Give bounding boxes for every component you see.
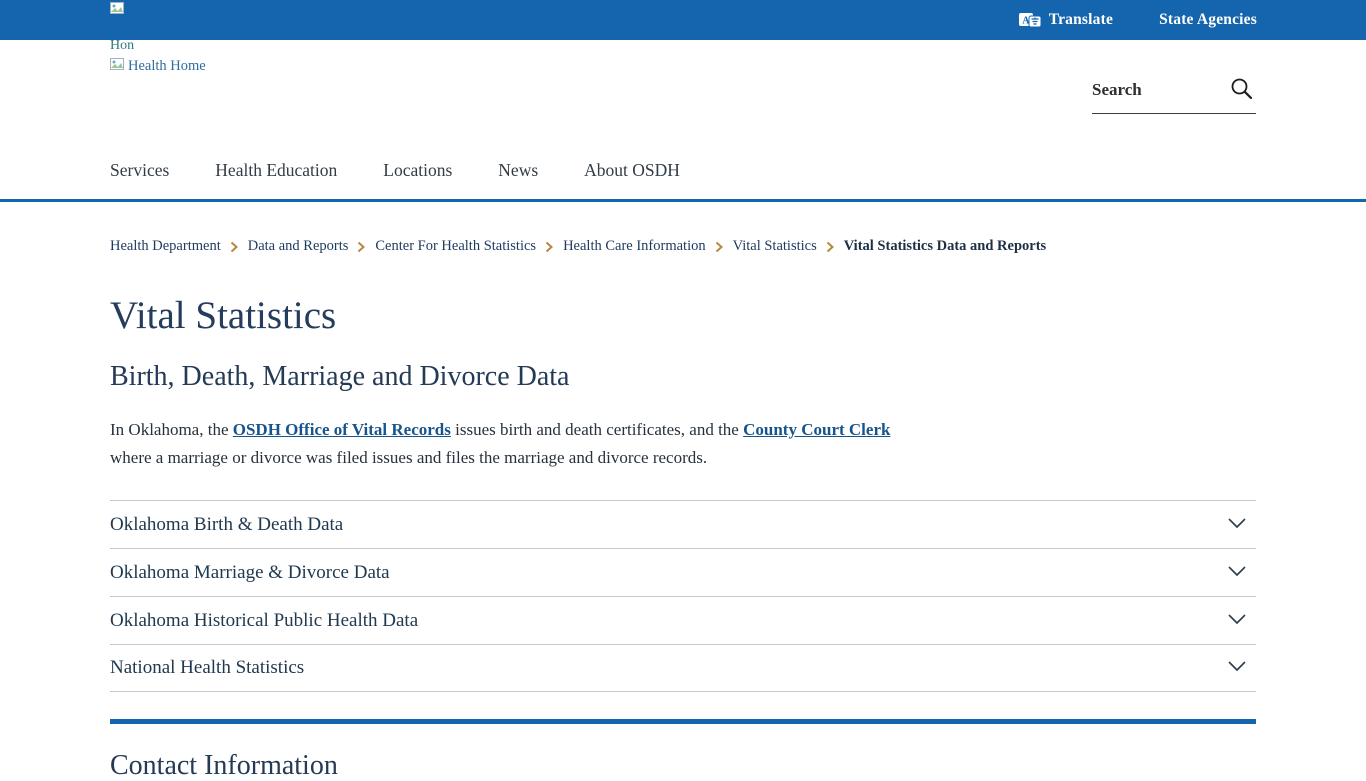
logo-alt-text: Hon: [110, 38, 134, 54]
search-icon: [1229, 76, 1254, 104]
chevron-right-icon: [826, 241, 835, 253]
intro-text: In Oklahoma, the: [110, 420, 233, 439]
nav-item-about-osdh[interactable]: About OSDH: [584, 160, 680, 181]
topbar-links: A Translate State Agencies: [1018, 0, 1257, 40]
breadcrumb-item-health-care-information[interactable]: Health Care Information: [563, 238, 706, 255]
chevron-down-icon: [1228, 564, 1246, 582]
breadcrumb-item-center-for-health-statistics[interactable]: Center For Health Statistics: [375, 238, 536, 255]
chevron-right-icon: [715, 241, 724, 253]
top-utility-bar: A Translate State Agencies: [0, 0, 1366, 40]
page-title: Vital Statistics: [110, 293, 336, 338]
chevron-right-icon: [230, 241, 239, 253]
accordion-list: Oklahoma Birth & Death Data Oklahoma Mar…: [110, 500, 1256, 692]
translate-label: Translate: [1049, 11, 1113, 29]
chevron-right-icon: [545, 241, 554, 253]
accordion-birth-death-data[interactable]: Oklahoma Birth & Death Data: [110, 500, 1256, 548]
header-divider: [0, 199, 1366, 202]
county-court-clerk-link[interactable]: County Court Clerk: [743, 420, 890, 439]
contact-heading: Contact Information: [110, 752, 338, 780]
accordion-label: Oklahoma Historical Public Health Data: [110, 610, 418, 632]
accordion-historical-public-health-data[interactable]: Oklahoma Historical Public Health Data: [110, 596, 1256, 644]
nav-item-news[interactable]: News: [498, 160, 538, 181]
logo-alt-text: Health Home: [128, 58, 206, 75]
section-divider: [110, 719, 1256, 724]
broken-image-icon: [110, 57, 124, 75]
nav-item-locations[interactable]: Locations: [383, 160, 452, 181]
breadcrumb-item-data-and-reports[interactable]: Data and Reports: [248, 238, 349, 255]
main-nav: Services Health Education Locations News…: [110, 160, 680, 181]
nav-item-health-education[interactable]: Health Education: [215, 160, 337, 181]
translate-icon: A: [1018, 12, 1042, 29]
search-input[interactable]: [1092, 80, 1227, 100]
accordion-label: Oklahoma Marriage & Divorce Data: [110, 562, 390, 584]
intro-paragraph: In Oklahoma, the OSDH Office of Vital Re…: [110, 416, 928, 471]
state-agencies-link[interactable]: State Agencies: [1159, 11, 1257, 29]
intro-text: issues birth and death certificates, and…: [451, 420, 743, 439]
accordion-national-health-statistics[interactable]: National Health Statistics: [110, 644, 1256, 692]
search-button[interactable]: [1227, 76, 1256, 104]
chevron-right-icon: [357, 241, 366, 253]
broken-image-icon: [110, 1, 134, 19]
intro-text: where a marriage or divorce was filed is…: [110, 448, 707, 467]
chevron-down-icon: [1228, 659, 1246, 677]
breadcrumb-item-vital-statistics[interactable]: Vital Statistics: [733, 238, 817, 255]
search-bar: [1092, 76, 1256, 114]
accordion-label: National Health Statistics: [110, 657, 304, 679]
breadcrumb: Health Department Data and Reports Cente…: [110, 238, 1046, 255]
breadcrumb-item-health-department[interactable]: Health Department: [110, 238, 221, 255]
accordion-marriage-divorce-data[interactable]: Oklahoma Marriage & Divorce Data: [110, 548, 1256, 596]
nav-item-services[interactable]: Services: [110, 160, 169, 181]
accordion-label: Oklahoma Birth & Death Data: [110, 514, 343, 536]
site-logo-health-home[interactable]: Health Home: [110, 57, 206, 75]
vital-records-link[interactable]: OSDH Office of Vital Records: [233, 420, 451, 439]
site-logo-home[interactable]: Hon: [110, 1, 134, 54]
chevron-down-icon: [1228, 516, 1246, 534]
page-subtitle: Birth, Death, Marriage and Divorce Data: [110, 361, 569, 393]
breadcrumb-current: Vital Statistics Data and Reports: [844, 238, 1046, 255]
translate-button[interactable]: A Translate: [1018, 11, 1113, 29]
chevron-down-icon: [1228, 612, 1246, 630]
